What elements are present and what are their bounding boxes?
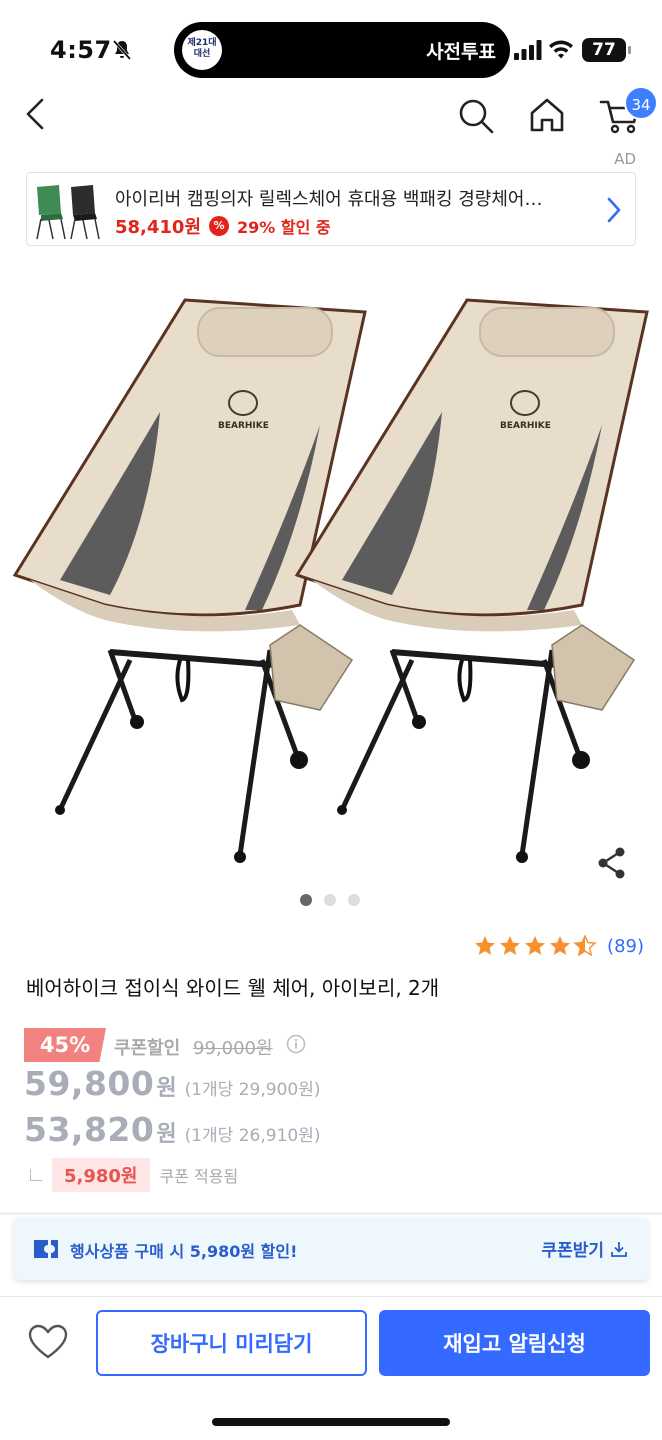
election-badge: 제21대 대선 (182, 30, 222, 70)
coupon-price: 53,820 (24, 1110, 155, 1149)
svg-text:BEARHIKE: BEARHIKE (500, 421, 551, 431)
top-navigation: 34 (0, 86, 662, 148)
ad-title: 아이리버 캠핑의자 릴렉스체어 휴대용 백패킹 경량체어… (115, 189, 543, 210)
product-rating[interactable]: (89) (473, 934, 644, 958)
bottom-bar-divider (0, 1296, 662, 1297)
svg-text:BEARHIKE: BEARHIKE (218, 421, 269, 431)
home-indicator[interactable] (212, 1418, 450, 1426)
ad-discount-text: 29% 할인 중 (237, 218, 331, 237)
coupon-amount-tag: 5,980원 (52, 1158, 150, 1192)
dynamic-island: 제21대 대선 사전투표 (174, 22, 510, 78)
cart-count-badge: 34 (624, 86, 658, 120)
heart-icon[interactable] (28, 1324, 68, 1360)
status-bar: 4:57 제21대 대선 사전투표 77 (0, 0, 662, 92)
half-star-icon (573, 934, 597, 957)
back-icon[interactable] (20, 94, 52, 134)
coupon-applied-text: 쿠폰 적용됨 (159, 1167, 239, 1186)
pagination-dot[interactable] (300, 894, 312, 906)
battery-indicator: 77 (582, 38, 631, 62)
download-icon (611, 1241, 627, 1257)
chevron-right-icon (607, 197, 621, 223)
section-divider (0, 1212, 662, 1215)
coupon-applied-row: 5,980원 쿠폰 적용됨 (30, 1158, 238, 1192)
star-icon (550, 936, 571, 955)
pagination-dot[interactable] (348, 894, 360, 906)
bell-off-icon (112, 40, 132, 60)
discount-percent-icon: % (209, 216, 230, 236)
home-icon[interactable] (526, 94, 568, 136)
promo-coupon-bar[interactable]: 행사상품 구매 시 5,980원 할인! 쿠폰받기 (14, 1218, 648, 1280)
per-unit-price: (1개당 26,910원) (184, 1126, 321, 1146)
promo-text: 행사상품 구매 시 5,980원 할인! (70, 1242, 298, 1261)
per-unit-price: (1개당 29,900원) (184, 1080, 321, 1100)
product-image[interactable]: BEARHIKE BEARHIKE (0, 280, 662, 880)
star-icon (500, 936, 521, 955)
sale-price-row: 59,800 원 (1개당 29,900원) (24, 1064, 320, 1103)
add-to-cart-preview-button[interactable]: 장바구니 미리담기 (96, 1310, 367, 1376)
discount-badge: 45% (24, 1028, 106, 1062)
coupon-discount-label: 쿠폰할인 (114, 1038, 181, 1059)
star-icon (475, 936, 496, 955)
review-count[interactable]: (89) (607, 936, 644, 957)
currency-unit: 원 (156, 1122, 177, 1147)
wifi-icon (549, 40, 573, 59)
ad-price-row: 58,410원 % 29% 할인 중 (115, 213, 331, 239)
coupon-price-row: 53,820 원 (1개당 26,910원) (24, 1110, 320, 1149)
rating-stars (473, 934, 597, 958)
image-pagination (300, 894, 360, 906)
ad-price: 58,410원 (115, 217, 202, 238)
original-price: 99,000원 (193, 1038, 273, 1059)
island-text: 사전투표 (426, 41, 496, 63)
signal-icon (514, 40, 542, 60)
get-coupon-button[interactable]: 쿠폰받기 (541, 1236, 628, 1261)
ad-product-thumbnail (36, 185, 100, 240)
sale-price: 59,800 (24, 1064, 155, 1103)
pagination-dot[interactable] (324, 894, 336, 906)
corner-arrow-icon (30, 1169, 42, 1181)
status-time: 4:57 (50, 36, 112, 64)
star-icon (525, 936, 546, 955)
sponsored-product-card[interactable]: 아이리버 캠핑의자 릴렉스체어 휴대용 백패킹 경량체어… 58,410원 % … (26, 172, 636, 246)
share-icon[interactable] (596, 846, 628, 880)
currency-unit: 원 (156, 1076, 177, 1101)
ad-label: AD (614, 150, 636, 168)
info-icon[interactable] (286, 1034, 306, 1054)
coupon-icon (34, 1240, 58, 1258)
get-coupon-label: 쿠폰받기 (541, 1241, 604, 1261)
restock-alert-button[interactable]: 재입고 알림신청 (379, 1310, 650, 1376)
search-icon[interactable] (456, 96, 496, 136)
product-title: 베어하이크 접이식 와이드 웰 체어, 아이보리, 2개 (26, 976, 440, 1000)
